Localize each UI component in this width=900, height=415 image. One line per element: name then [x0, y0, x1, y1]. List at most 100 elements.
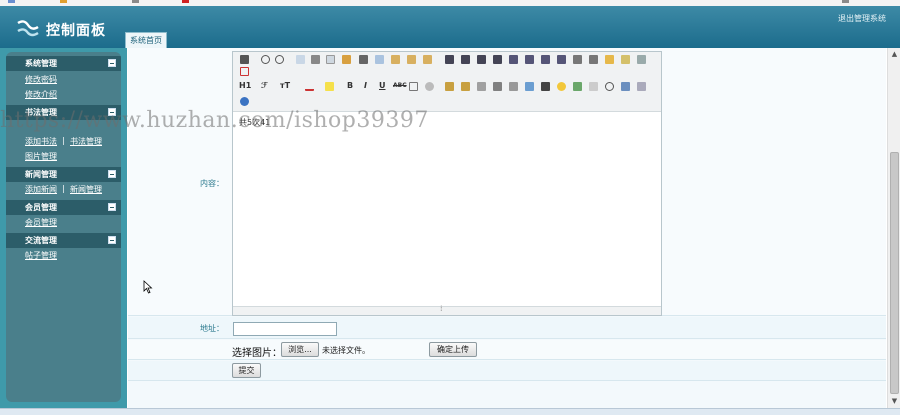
unlink-icon[interactable] — [637, 82, 646, 91]
sidebar-item-edit-intro[interactable]: 修改介绍 — [25, 89, 57, 100]
paste-word-icon[interactable] — [423, 55, 432, 64]
copy-icon[interactable] — [375, 55, 384, 64]
bookmark-item[interactable] — [132, 0, 141, 4]
bold-button[interactable]: B — [347, 81, 353, 90]
editor-resize-handle[interactable] — [233, 304, 661, 315]
superscript-icon[interactable] — [589, 55, 598, 64]
sidebar-item-manage-members[interactable]: 会员管理 — [25, 217, 57, 228]
sidebar-section-news[interactable]: 新闻管理 — [6, 167, 121, 182]
bookmark-item[interactable] — [182, 0, 191, 4]
sidebar-item-manage-posts[interactable]: 帖子管理 — [25, 250, 57, 261]
browse-button[interactable]: 浏览... — [281, 342, 319, 357]
italic-button[interactable]: I — [364, 81, 367, 90]
sidebar-section-exchange[interactable]: 交流管理 — [6, 233, 121, 248]
media-icon[interactable] — [493, 82, 502, 91]
unordered-list-icon[interactable] — [525, 55, 534, 64]
sidebar-item-image-manage[interactable]: 图片管理 — [25, 151, 57, 162]
sidebar-item-change-password[interactable]: 修改密码 — [25, 74, 57, 85]
underline-button[interactable]: U — [379, 81, 386, 90]
form-row-empty — [128, 382, 886, 408]
table-icon[interactable] — [525, 82, 534, 91]
sidebar-section-members[interactable]: 会员管理 — [6, 200, 121, 215]
heading-dropdown[interactable]: H1 — [239, 81, 251, 90]
emoticon-icon[interactable] — [557, 82, 566, 91]
section-label: 系统管理 — [25, 59, 57, 68]
collapse-icon[interactable] — [108, 236, 116, 244]
form-row-image: 选择图片： 浏览... 未选择文件。 确定上传 — [128, 340, 886, 360]
align-justify-icon[interactable] — [493, 55, 502, 64]
sidebar-item-add-news[interactable]: 添加新闻 — [25, 184, 57, 195]
section-label: 新闻管理 — [25, 170, 57, 179]
flash-icon[interactable] — [477, 82, 486, 91]
scrollbar-thumb[interactable] — [890, 152, 899, 394]
cut-icon[interactable] — [359, 55, 368, 64]
editor-toolbar: H1 ℱ тT B I U ABC — [233, 52, 661, 112]
sidebar-item-manage-news[interactable]: 新闻管理 — [70, 184, 102, 195]
collapse-icon[interactable] — [108, 203, 116, 211]
multi-image-icon[interactable] — [461, 82, 470, 91]
line-height-icon[interactable] — [409, 82, 418, 91]
submit-button[interactable]: 提交 — [232, 363, 261, 378]
scroll-up-icon[interactable]: ▲ — [890, 50, 899, 59]
paste-text-icon[interactable] — [407, 55, 416, 64]
eraser-icon[interactable] — [425, 82, 434, 91]
sidebar: 系统管理 修改密码 修改介绍 书法管理 添加书法 | 书法管理 图片管理 新闻管… — [6, 52, 121, 402]
clear-format-icon[interactable] — [605, 55, 614, 64]
sidebar-frame: 系统管理 修改密码 修改介绍 书法管理 添加书法 | 书法管理 图片管理 新闻管… — [0, 48, 127, 408]
form-row-submit: 提交 — [128, 361, 886, 381]
help-icon[interactable] — [240, 97, 249, 106]
preview-icon[interactable] — [296, 55, 305, 64]
align-left-icon[interactable] — [445, 55, 454, 64]
hr-icon[interactable] — [541, 82, 550, 91]
print-icon[interactable] — [311, 55, 320, 64]
fullscreen-icon[interactable] — [240, 67, 249, 76]
align-right-icon[interactable] — [477, 55, 486, 64]
tab-system-home[interactable]: 系统首页 — [125, 32, 167, 48]
paste-icon[interactable] — [391, 55, 400, 64]
page-scrollbar[interactable]: ▲ ▼ — [887, 48, 900, 408]
outdent-icon[interactable] — [557, 55, 566, 64]
sidebar-section-system[interactable]: 系统管理 — [6, 56, 121, 71]
collapse-icon[interactable] — [108, 59, 116, 67]
cursor-icon[interactable] — [637, 55, 646, 64]
section-label: 会员管理 — [25, 203, 57, 212]
sidebar-item-manage-calligraphy[interactable]: 书法管理 — [70, 136, 102, 147]
rich-text-editor[interactable]: H1 ℱ тT B I U ABC 共5次41 ⁞ — [232, 51, 662, 316]
scroll-down-icon[interactable]: ▼ — [890, 397, 899, 406]
form-row-address: 地址： — [128, 317, 886, 339]
anchor-icon[interactable] — [605, 82, 614, 91]
link-separator: | — [62, 136, 65, 145]
bookmark-item[interactable] — [842, 0, 851, 4]
map-icon[interactable] — [573, 82, 582, 91]
template-icon[interactable] — [326, 55, 335, 64]
image-icon[interactable] — [445, 82, 454, 91]
strike-button[interactable]: ABC — [393, 82, 407, 89]
font-family-dropdown[interactable]: ℱ — [261, 81, 267, 90]
mouse-cursor-icon — [143, 280, 153, 294]
attachment-icon[interactable] — [509, 82, 518, 91]
highlight-icon[interactable] — [325, 82, 334, 91]
select-all-icon[interactable] — [621, 55, 630, 64]
align-center-icon[interactable] — [461, 55, 470, 64]
upload-button[interactable]: 确定上传 — [429, 342, 477, 357]
undo-icon[interactable] — [261, 55, 270, 64]
code-icon[interactable] — [342, 55, 351, 64]
collapse-icon[interactable] — [108, 170, 116, 178]
indent-icon[interactable] — [541, 55, 550, 64]
source-icon[interactable] — [240, 55, 249, 64]
bookmark-item[interactable] — [8, 0, 17, 4]
address-label: 地址： — [200, 324, 224, 333]
bookmark-item[interactable] — [60, 0, 69, 4]
font-size-dropdown[interactable]: тT — [280, 81, 290, 90]
ordered-list-icon[interactable] — [509, 55, 518, 64]
address-input[interactable] — [233, 322, 337, 336]
page-break-icon[interactable] — [589, 82, 598, 91]
sidebar-item-add-calligraphy[interactable]: 添加书法 — [25, 136, 57, 147]
link-icon[interactable] — [621, 82, 630, 91]
font-color-icon[interactable] — [305, 82, 314, 91]
logout-link[interactable]: 退出管理系统 — [838, 13, 886, 24]
watermark-text: https://www.huzhan.com/ishop39397 — [0, 108, 429, 133]
subscript-icon[interactable] — [573, 55, 582, 64]
form-row-content: 内容： H1 ℱ тT B I U ABC 共5次41 ⁞ — [128, 48, 886, 316]
redo-icon[interactable] — [275, 55, 284, 64]
